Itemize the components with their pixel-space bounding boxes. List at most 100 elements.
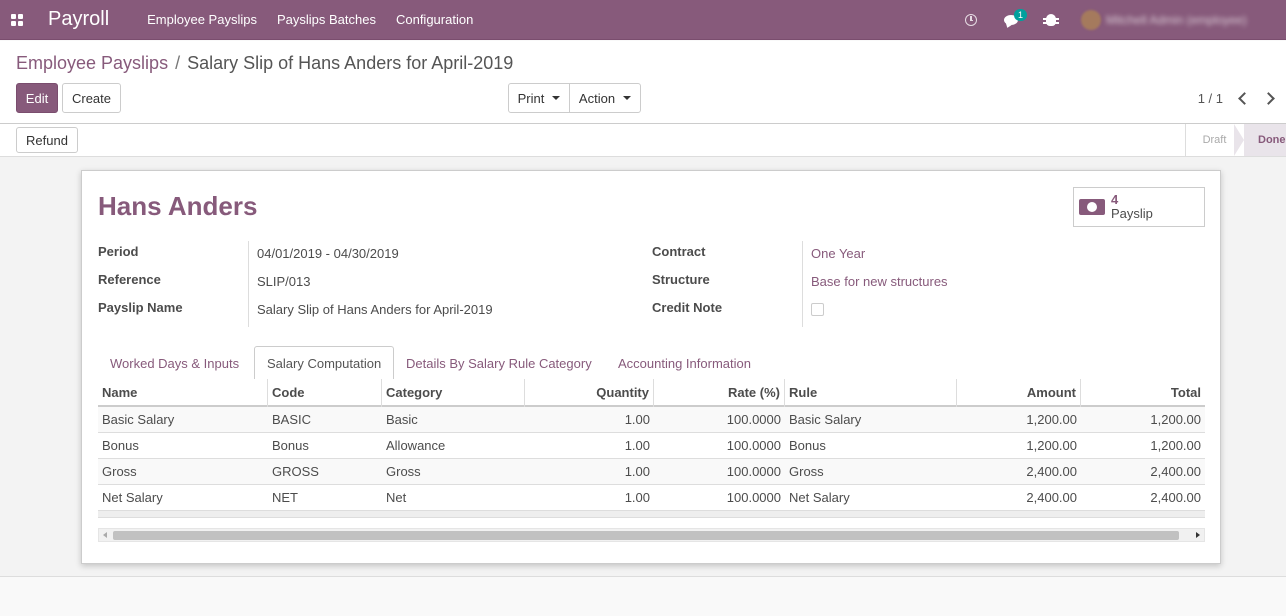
cell-code: BASIC — [272, 412, 312, 427]
contract-link[interactable]: One Year — [811, 246, 865, 261]
statusbar: Refund Draft Done — [0, 124, 1286, 157]
create-button[interactable]: Create — [62, 83, 121, 113]
cell-code: NET — [272, 490, 298, 505]
column-header-name[interactable]: Name — [98, 379, 268, 407]
scroll-left-arrow-icon[interactable] — [103, 532, 107, 538]
cell-quantity: 1.00 — [624, 464, 650, 479]
payslip-name-label: Payslip Name — [98, 300, 183, 315]
period-label: Period — [98, 244, 139, 259]
scroll-right-arrow-icon[interactable] — [1196, 532, 1200, 538]
column-header-quantity[interactable]: Quantity — [525, 379, 654, 407]
print-dropdown[interactable]: Print — [508, 83, 570, 113]
cell-rate: 100.0000 — [726, 438, 781, 453]
scroll-thumb[interactable] — [113, 531, 1179, 540]
column-header-total[interactable]: Total — [1081, 379, 1205, 407]
structure-link[interactable]: Base for new structures — [811, 274, 948, 289]
form-sheet: Hans Anders 4 Payslip Period Reference P… — [81, 170, 1221, 564]
tab-details-by-salary-rule-category[interactable]: Details By Salary Rule Category — [394, 346, 604, 380]
table-row[interactable]: Net Salary NET Net 1.00 100.0000 Net Salary 2,… — [98, 485, 1205, 511]
column-header-rate[interactable]: Rate (%) — [654, 379, 785, 407]
tab-accounting-information[interactable]: Accounting Information — [606, 346, 763, 380]
activity-button[interactable] — [961, 0, 981, 40]
debug-button[interactable] — [1041, 0, 1061, 40]
chevron-right-icon[interactable] — [1264, 90, 1276, 106]
caret-down-icon — [552, 96, 561, 100]
credit-note-checkbox[interactable] — [811, 303, 824, 316]
status-done[interactable]: Done — [1234, 124, 1286, 156]
top-navbar: Payroll Employee Payslips Payslips Batch… — [0, 0, 1286, 40]
tab-worked-days-inputs[interactable]: Worked Days & Inputs — [98, 346, 251, 380]
user-name: Mitchell Admin (employee) — [1106, 13, 1247, 27]
messages-button[interactable]: 1 — [1001, 0, 1028, 40]
messages-badge: 1 — [1014, 9, 1028, 21]
cell-rule: Net Salary — [789, 490, 850, 505]
table-row[interactable]: Gross GROSS Gross 1.00 100.0000 Gross 2,400.00… — [98, 459, 1205, 485]
cell-total: 2,400.00 — [1150, 464, 1201, 479]
user-menu[interactable]: Mitchell Admin (employee) — [1081, 10, 1276, 30]
action-label: Action — [578, 90, 616, 106]
employee-name-title: Hans Anders — [98, 191, 258, 221]
menu-employee-payslips[interactable]: Employee Payslips — [147, 12, 257, 27]
cell-total: 2,400.00 — [1150, 490, 1201, 505]
cell-name: Basic Salary — [102, 412, 175, 427]
cell-total: 1,200.00 — [1150, 412, 1201, 427]
cell-code: GROSS — [272, 464, 319, 479]
control-panel: Employee Payslips / Salary Slip of Hans … — [0, 41, 1286, 124]
table-header: Name Code Category Quantity Rate (%) Rul… — [98, 379, 1205, 407]
column-header-category[interactable]: Category — [382, 379, 525, 407]
menu-configuration[interactable]: Configuration — [396, 12, 473, 27]
breadcrumb: Employee Payslips / Salary Slip of Hans … — [16, 53, 513, 74]
table-row[interactable]: Bonus Bonus Allowance 1.00 100.0000 Bonus 1,20… — [98, 433, 1205, 459]
action-dropdown[interactable]: Action — [569, 83, 641, 113]
table-body: Basic Salary BASIC Basic 1.00 100.0000 Basic … — [98, 407, 1205, 511]
cell-category: Basic — [386, 412, 418, 427]
reference-value: SLIP/013 — [257, 274, 311, 289]
cell-rate: 100.0000 — [726, 412, 781, 427]
column-header-amount[interactable]: Amount — [957, 379, 1081, 407]
apps-grid-icon[interactable] — [11, 13, 23, 26]
cell-amount: 2,400.00 — [1026, 464, 1077, 479]
field-divider — [248, 241, 249, 327]
cell-total: 1,200.00 — [1150, 438, 1201, 453]
refund-button[interactable]: Refund — [16, 127, 78, 153]
cell-rule: Bonus — [789, 438, 826, 453]
period-value: 04/01/2019 - 04/30/2019 — [257, 246, 399, 261]
table-row[interactable]: Basic Salary BASIC Basic 1.00 100.0000 Basic … — [98, 407, 1205, 433]
breadcrumb-current: Salary Slip of Hans Anders for April-201… — [187, 53, 514, 73]
print-label: Print — [517, 90, 545, 106]
cell-quantity: 1.00 — [624, 490, 650, 505]
cell-rate: 100.0000 — [726, 464, 781, 479]
cell-rate: 100.0000 — [726, 490, 781, 505]
cell-amount: 1,200.00 — [1026, 438, 1077, 453]
edit-button[interactable]: Edit — [16, 83, 58, 113]
tab-salary-computation[interactable]: Salary Computation — [254, 346, 395, 381]
cell-quantity: 1.00 — [624, 412, 650, 427]
field-divider — [802, 241, 803, 327]
payslip-smart-button[interactable]: 4 Payslip — [1073, 187, 1205, 227]
pager-value[interactable]: 1 / 1 — [1198, 91, 1223, 106]
payslip-count: 4 — [1111, 192, 1119, 207]
chevron-left-icon[interactable] — [1237, 90, 1249, 106]
breadcrumb-separator: / — [175, 53, 181, 73]
payslip-name-value: Salary Slip of Hans Anders for April-201… — [257, 302, 493, 317]
reference-label: Reference — [98, 272, 161, 287]
column-header-code[interactable]: Code — [268, 379, 382, 407]
horizontal-scrollbar[interactable] — [98, 528, 1205, 542]
cell-category: Net — [386, 490, 407, 505]
menu-payslips-batches[interactable]: Payslips Batches — [277, 12, 376, 27]
credit-note-label: Credit Note — [652, 300, 723, 315]
table-footer — [98, 511, 1205, 518]
cell-amount: 1,200.00 — [1026, 412, 1077, 427]
payslip-label: Payslip — [1111, 206, 1153, 221]
clock-icon — [965, 14, 977, 26]
avatar — [1081, 10, 1101, 30]
cell-amount: 2,400.00 — [1026, 490, 1077, 505]
column-header-rule[interactable]: Rule — [785, 379, 957, 407]
structure-label: Structure — [652, 272, 710, 287]
bug-icon — [1043, 14, 1059, 26]
app-name[interactable]: Payroll — [48, 8, 109, 31]
money-icon — [1079, 199, 1105, 215]
notebook-tabs: Worked Days & Inputs Salary Computation … — [98, 346, 1205, 381]
cell-name: Bonus — [102, 438, 139, 453]
breadcrumb-parent-link[interactable]: Employee Payslips — [16, 53, 168, 74]
